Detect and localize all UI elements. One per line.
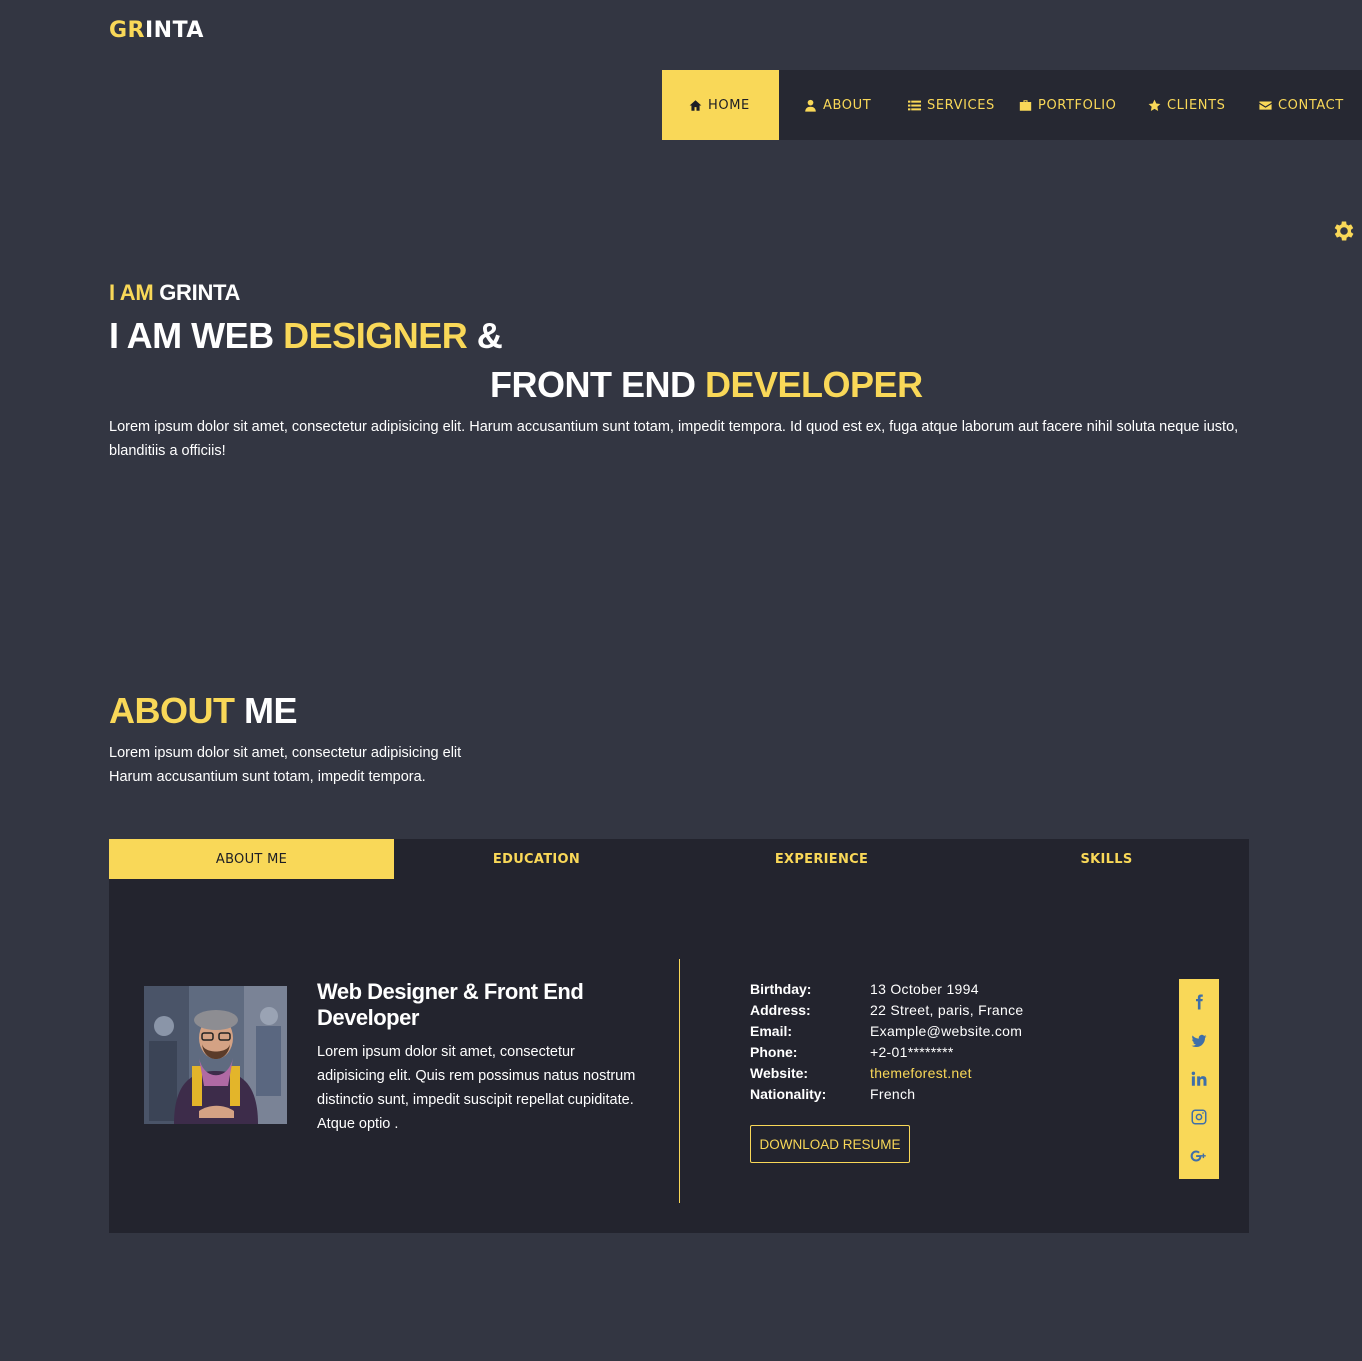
profile-text: Lorem ipsum dolor sit amet, consectetur … bbox=[317, 1044, 636, 1132]
tab-experience[interactable]: EXPERIENCE bbox=[679, 839, 964, 879]
about-title-highlight: ABOUT bbox=[109, 690, 235, 731]
nav-item-label: SERVICES bbox=[927, 97, 995, 113]
info-row-birthday: Birthday: 13 October 1994 bbox=[750, 978, 1024, 999]
site-logo[interactable]: GRINTA bbox=[109, 18, 204, 43]
info-value: French bbox=[870, 1085, 916, 1102]
hero-intro: I AM GRINTA bbox=[109, 280, 240, 306]
logo-part-2: INTA bbox=[145, 18, 204, 43]
hero-headline-highlight: DESIGNER bbox=[283, 315, 468, 356]
info-value: 13 October 1994 bbox=[870, 980, 979, 997]
nav-item-label: ABOUT bbox=[823, 97, 872, 113]
about-tabs: ABOUT ME EDUCATION EXPERIENCE SKILLS bbox=[109, 839, 1249, 879]
hero-intro-name: GRINTA bbox=[159, 280, 241, 305]
linkedin-icon[interactable] bbox=[1189, 1069, 1209, 1089]
gear-icon[interactable] bbox=[1331, 218, 1357, 244]
google-plus-icon[interactable] bbox=[1189, 1146, 1209, 1166]
info-value: +2-01******** bbox=[870, 1043, 954, 1060]
tab-about-me[interactable]: ABOUT ME bbox=[109, 839, 394, 879]
nav-item-label: CONTACT bbox=[1278, 97, 1344, 113]
facebook-icon[interactable] bbox=[1189, 992, 1209, 1012]
info-label: Email: bbox=[750, 1022, 793, 1039]
social-links bbox=[1179, 979, 1219, 1179]
website-link[interactable]: themeforest.net bbox=[870, 1065, 972, 1081]
info-row-website: Website: themeforest.net bbox=[750, 1062, 1024, 1083]
nav-item-clients[interactable]: CLIENTS bbox=[1122, 70, 1235, 140]
about-description: Lorem ipsum dolor sit amet, consectetur … bbox=[109, 741, 709, 789]
hero-description: Lorem ipsum dolor sit amet, consectetur … bbox=[109, 419, 1239, 459]
info-value: 22 Street, paris, France bbox=[870, 1001, 1024, 1018]
info-label: Nationality: bbox=[750, 1085, 827, 1102]
about-tabs-panel: ABOUT ME EDUCATION EXPERIENCE SKILLS Web… bbox=[109, 839, 1249, 1233]
profile-photo bbox=[144, 986, 287, 1124]
info-row-phone: Phone: +2-01******** bbox=[750, 1041, 1024, 1062]
hero-headline-part: FRONT END bbox=[490, 364, 696, 405]
nav-item-label: CLIENTS bbox=[1167, 97, 1226, 113]
list-icon bbox=[908, 100, 921, 110]
info-row-nationality: Nationality: French bbox=[750, 1083, 1024, 1104]
nav-item-label: HOME bbox=[708, 97, 750, 113]
vertical-divider bbox=[679, 959, 680, 1203]
briefcase-icon bbox=[1019, 99, 1032, 111]
about-description-line: Lorem ipsum dolor sit amet, consectetur … bbox=[109, 745, 462, 761]
info-label: Address: bbox=[750, 1001, 811, 1018]
envelope-icon bbox=[1259, 100, 1272, 110]
instagram-icon[interactable] bbox=[1189, 1107, 1209, 1127]
info-label: Website: bbox=[750, 1064, 809, 1081]
nav-item-home[interactable]: HOME bbox=[662, 70, 779, 140]
about-description-line: Harum accusantium sunt totam, impedit te… bbox=[109, 769, 426, 785]
tab-skills[interactable]: SKILLS bbox=[964, 839, 1249, 879]
twitter-icon[interactable] bbox=[1189, 1031, 1209, 1051]
hero-headline-part: & bbox=[476, 315, 503, 356]
hero-headline-line-1: I AM WEB DESIGNER & bbox=[109, 315, 503, 357]
info-row-email: Email: Example@website.com bbox=[750, 1020, 1024, 1041]
main-nav: HOME ABOUT SERVICES PORTFOLIO CLIENTS CO… bbox=[662, 70, 1362, 140]
nav-item-contact[interactable]: CONTACT bbox=[1235, 70, 1362, 140]
info-row-address: Address: 22 Street, paris, France bbox=[750, 999, 1024, 1020]
download-resume-button[interactable]: DOWNLOAD RESUME bbox=[750, 1125, 910, 1163]
nav-item-label: PORTFOLIO bbox=[1038, 97, 1117, 113]
personal-info-list: Birthday: 13 October 1994 Address: 22 St… bbox=[750, 978, 1024, 1104]
about-title-rest: ME bbox=[244, 690, 298, 731]
home-icon bbox=[689, 99, 702, 111]
nav-item-about[interactable]: ABOUT bbox=[779, 70, 883, 140]
star-icon bbox=[1148, 99, 1161, 111]
nav-item-services[interactable]: SERVICES bbox=[883, 70, 995, 140]
logo-part-1: GR bbox=[109, 18, 145, 43]
hero-headline-line-2: FRONT END DEVELOPER bbox=[490, 364, 923, 406]
info-label: Phone: bbox=[750, 1043, 798, 1060]
hero-intro-prefix: I AM bbox=[109, 280, 154, 305]
about-section-title: ABOUT ME bbox=[109, 690, 298, 732]
profile-title: Web Designer & Front End Developer bbox=[317, 979, 584, 1030]
tab-education[interactable]: EDUCATION bbox=[394, 839, 679, 879]
hero-headline-highlight: DEVELOPER bbox=[705, 364, 923, 405]
info-label: Birthday: bbox=[750, 980, 812, 997]
hero-headline-part: I AM WEB bbox=[109, 315, 274, 356]
info-value: Example@website.com bbox=[870, 1022, 1023, 1039]
user-icon bbox=[805, 99, 816, 112]
nav-item-portfolio[interactable]: PORTFOLIO bbox=[995, 70, 1122, 140]
